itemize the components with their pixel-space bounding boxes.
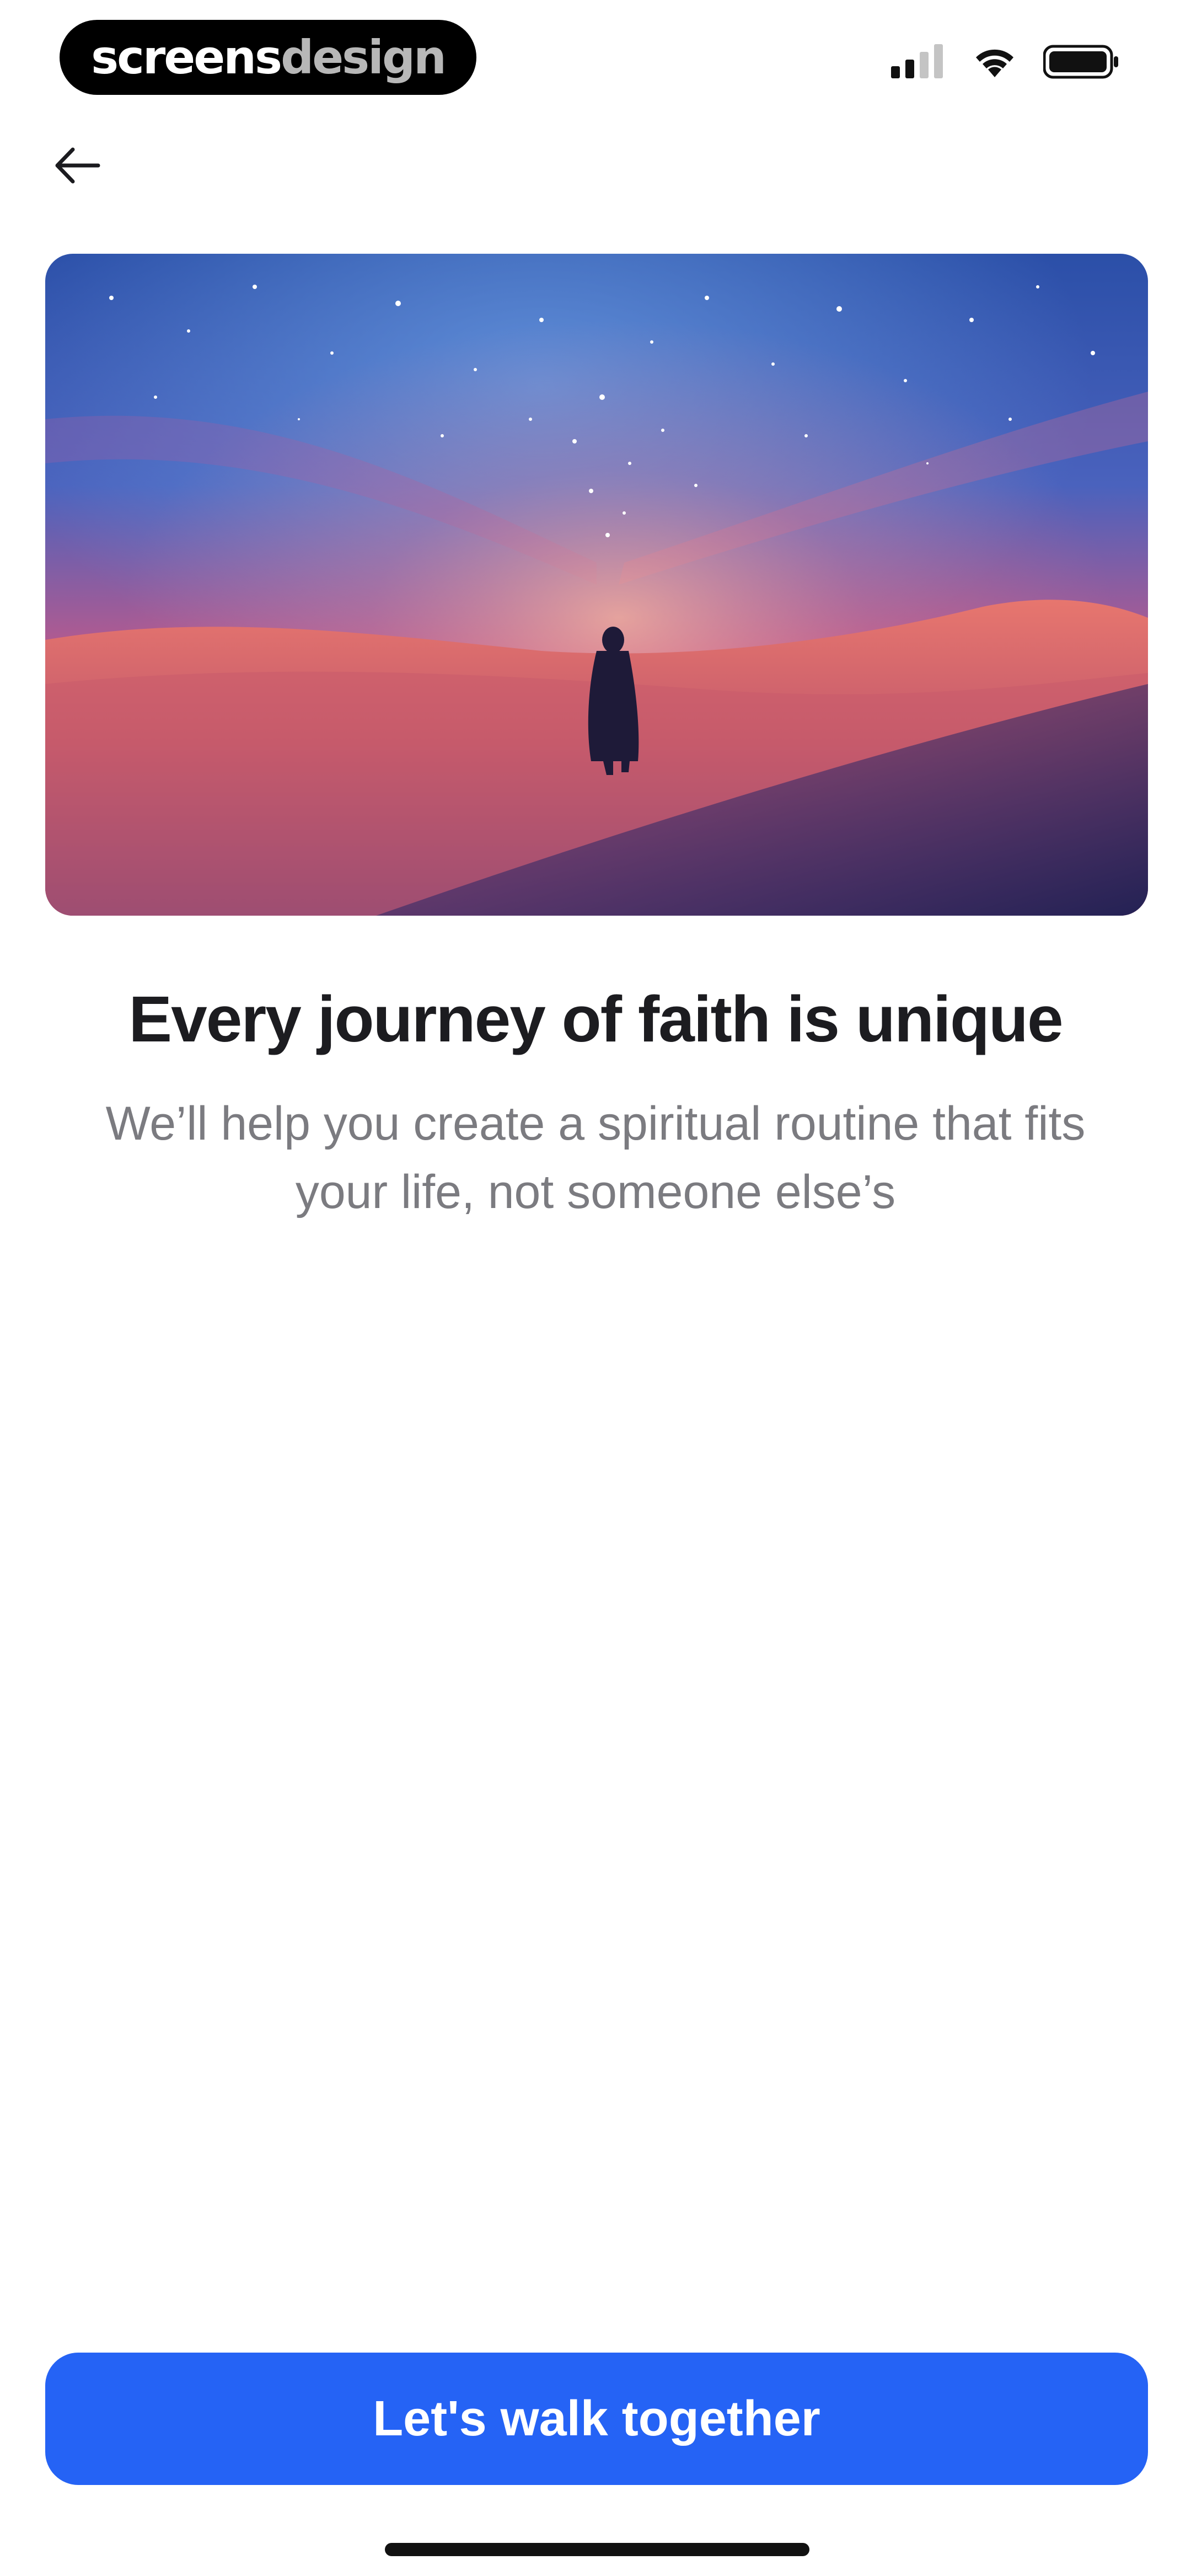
status-icons	[891, 44, 1119, 79]
page-title: Every journey of faith is unique	[128, 983, 1063, 1056]
walk-together-button[interactable]: Let's walk together	[45, 2353, 1148, 2485]
home-indicator	[385, 2543, 809, 2556]
brand-text-primary: screens	[91, 30, 282, 84]
hero-image	[45, 254, 1148, 916]
back-button[interactable]	[44, 132, 110, 199]
brand-text-secondary: design	[281, 30, 447, 84]
status-bar: screensdesign	[0, 0, 1191, 105]
brand-logo: screensdesign	[60, 20, 476, 95]
battery-icon	[1043, 45, 1118, 79]
signal-icon	[891, 44, 943, 78]
wifi-icon	[976, 49, 1013, 77]
page-subtitle: We’ll help you create a spiritual routin…	[105, 1097, 1086, 1218]
arrow-left-icon	[55, 147, 100, 184]
